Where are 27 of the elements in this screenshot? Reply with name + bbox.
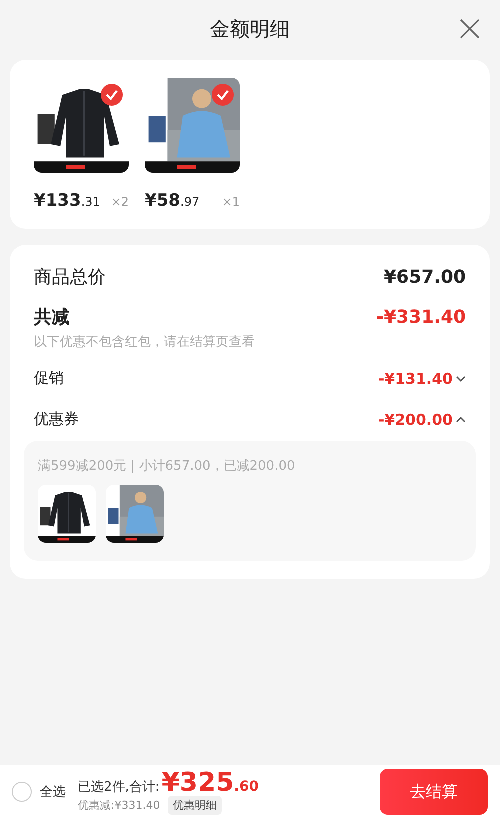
chevron-up-icon: [456, 416, 466, 422]
chevron-down-icon: [456, 376, 466, 382]
discount-toggle[interactable]: -¥200.00: [378, 410, 466, 428]
total-amount: ¥325.60: [162, 770, 259, 796]
total-label: 商品总价: [34, 266, 106, 289]
discount-details-button[interactable]: 优惠明细: [168, 796, 222, 814]
select-all-label: 全选: [40, 784, 66, 801]
saved-amount-text: 优惠减:¥331.40: [78, 798, 160, 812]
product-price: ¥58.97: [145, 191, 200, 211]
product-price: ¥133.31: [34, 191, 100, 211]
discount-type-label: 优惠券: [34, 410, 79, 429]
check-icon[interactable]: [212, 84, 234, 106]
discount-value: -¥331.40: [376, 306, 466, 328]
check-icon[interactable]: [101, 84, 123, 106]
coupon-detail-text: 满599减200元 | 小计657.00，已减200.00: [38, 458, 296, 475]
discount-label: 共减: [34, 306, 70, 329]
select-all-radio[interactable]: [12, 782, 32, 802]
discount-note: 以下优惠不包含红包，请在结算页查看: [34, 334, 256, 351]
checkout-button[interactable]: 去结算: [380, 769, 488, 815]
total-value: ¥657.00: [384, 266, 466, 288]
discount-type-label: 促销: [34, 369, 64, 388]
quantity-text: ×1: [222, 195, 240, 209]
quantity-text: ×2: [111, 195, 129, 209]
discount-toggle[interactable]: -¥131.40: [378, 370, 466, 388]
selected-count-text: 已选2件,合计:: [78, 778, 160, 796]
close-icon[interactable]: [460, 19, 480, 39]
page-title: 金额明细: [210, 16, 290, 42]
